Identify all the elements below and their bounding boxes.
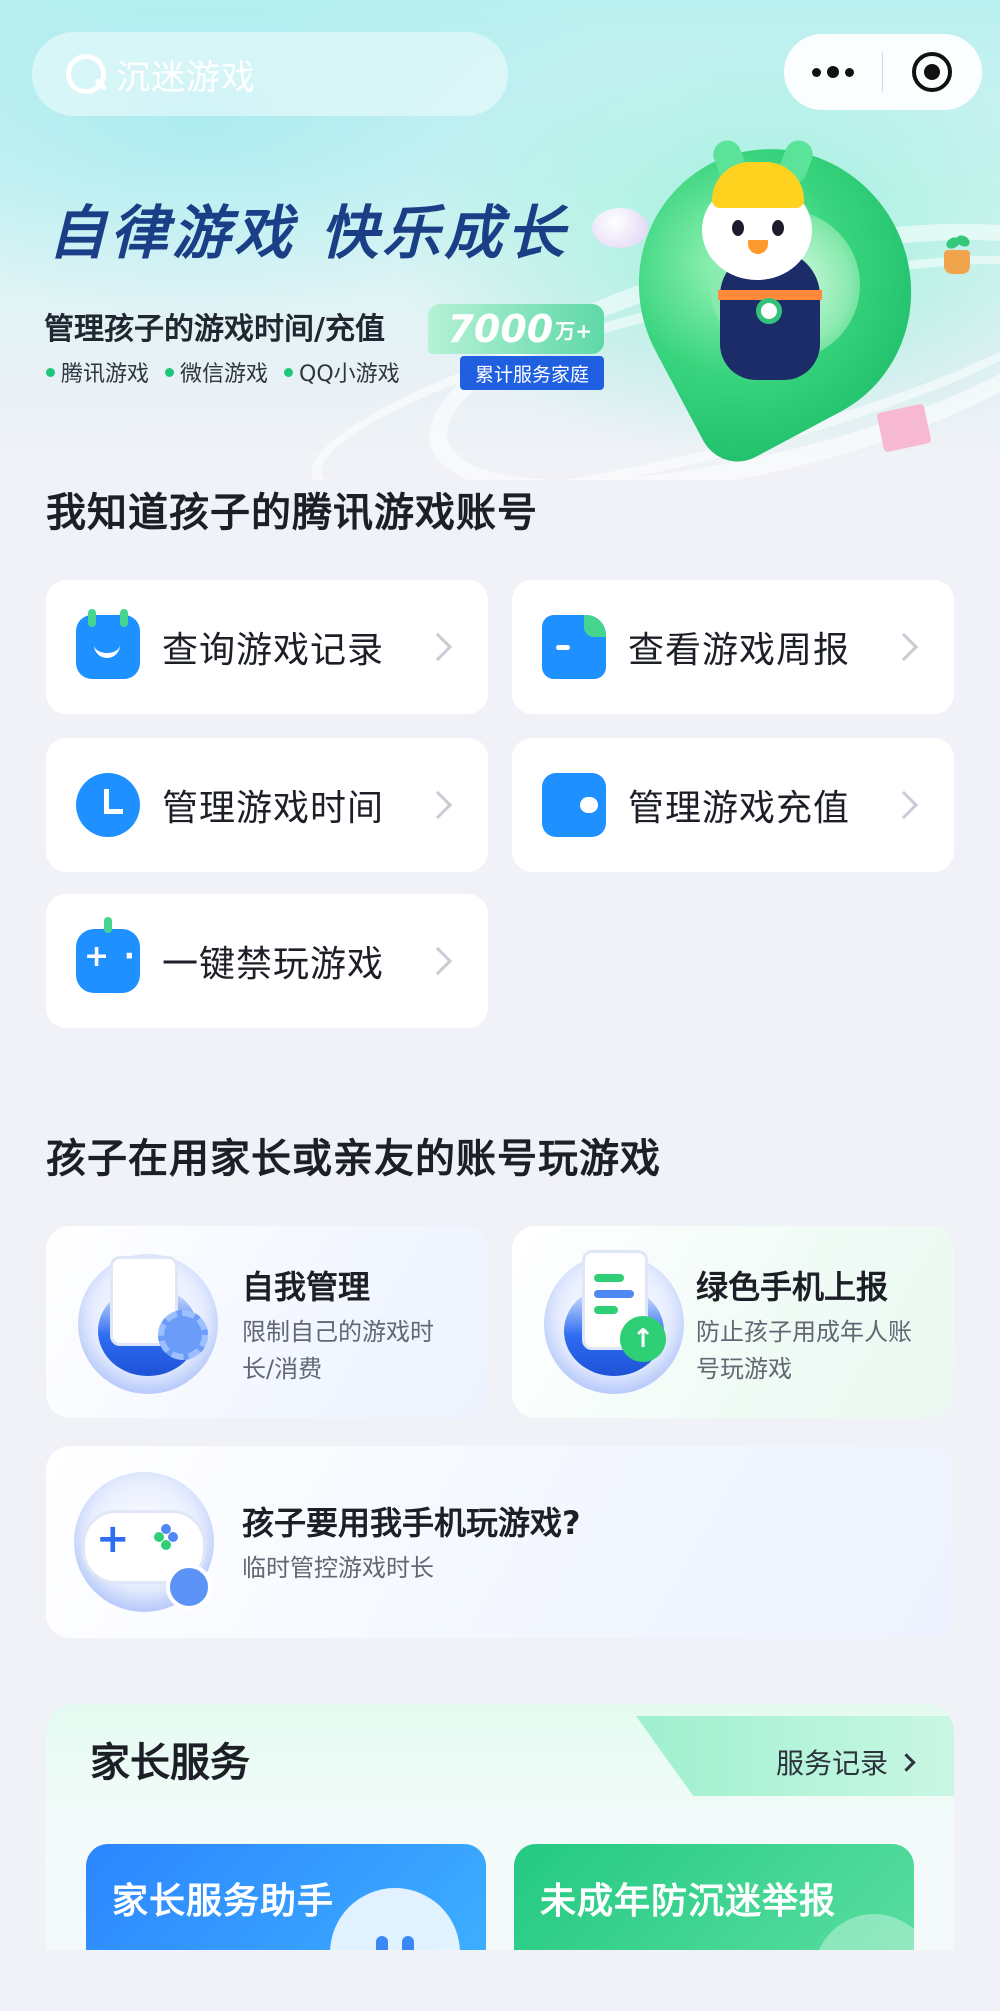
book-icon — [876, 403, 932, 453]
service-record-link[interactable]: 服务记录 — [776, 1742, 916, 1782]
families-served-label: 累计服务家庭 — [460, 356, 604, 390]
card-desc-line1: 临时管控游戏时长 — [242, 1554, 434, 1582]
query-game-records-card[interactable]: 查询游戏记录 — [46, 580, 488, 714]
green-phone-report-card[interactable]: ↑ 绿色手机上报 防止孩子用成年人账 号玩游戏 — [512, 1226, 954, 1418]
platform-list: 腾讯游戏 微信游戏 QQ小游戏 — [46, 356, 400, 388]
view-weekly-report-card[interactable]: 查看游戏周报 — [512, 580, 954, 714]
chevron-right-icon — [423, 632, 453, 662]
manage-game-time-card[interactable]: 管理游戏时间 — [46, 738, 488, 872]
platform-qq: QQ小游戏 — [284, 356, 400, 388]
gamepad-icon — [76, 917, 140, 993]
wallet-icon — [542, 765, 606, 837]
plant-pot-icon — [940, 233, 974, 276]
card-label: 未成年防沉迷举报 — [540, 1881, 837, 1922]
target-icon — [912, 52, 952, 92]
child-uses-my-phone-card[interactable]: + 孩子要用我手机玩游戏? 临时管控游戏时长 — [46, 1446, 954, 1638]
clock-icon — [72, 767, 140, 837]
parent-services-title: 家长服务 — [90, 1740, 250, 1786]
card-desc-line2: 号玩游戏 — [696, 1355, 792, 1383]
card-desc-line2: 长/消费 — [242, 1355, 323, 1383]
hero-banner: 沉迷游戏 自律游戏 快乐成长 管理孩子的游戏时间/充值 腾讯游戏 微信游戏 QQ… — [0, 0, 1000, 480]
search-placeholder: 沉迷游戏 — [116, 57, 256, 98]
hero-subtitle: 管理孩子的游戏时间/充值 — [44, 312, 385, 347]
chevron-right-icon — [423, 790, 453, 820]
families-served-badge: 7000 万+ 累计服务家庭 — [428, 304, 604, 390]
page-bottom-edge — [0, 1950, 1000, 2011]
chevron-right-icon — [897, 1752, 916, 1772]
search-input[interactable]: 沉迷游戏 — [32, 32, 508, 116]
manage-game-recharge-card[interactable]: 管理游戏充值 — [512, 738, 954, 872]
card-label: 查询游戏记录 — [162, 630, 385, 671]
upload-arrow-icon: ↑ — [620, 1316, 666, 1362]
platform-tencent: 腾讯游戏 — [46, 356, 149, 388]
mascot-illustration — [590, 101, 960, 475]
card-label: 查看游戏周报 — [628, 630, 851, 671]
mini-program-capsule — [784, 34, 982, 110]
card-label: 管理游戏时间 — [162, 788, 385, 829]
chevron-right-icon — [423, 946, 453, 976]
card-title: 自我管理 — [242, 1268, 371, 1306]
search-icon — [64, 52, 108, 96]
calendar-icon — [76, 609, 140, 679]
service-record-label: 服务记录 — [776, 1747, 889, 1780]
one-click-ban-card[interactable]: 一键禁玩游戏 — [46, 894, 488, 1028]
more-icon[interactable] — [784, 34, 882, 110]
section-title-known-account: 我知道孩子的腾讯游戏账号 — [46, 490, 538, 536]
card-label: 一键禁玩游戏 — [162, 944, 385, 985]
card-desc-line1: 防止孩子用成年人账 — [696, 1318, 912, 1346]
card-label: 管理游戏充值 — [628, 788, 851, 829]
hero-title: 自律游戏 快乐成长 — [48, 199, 569, 267]
platform-wechat: 微信游戏 — [165, 356, 268, 388]
card-title: 绿色手机上报 — [696, 1268, 889, 1306]
card-title: 孩子要用我手机玩游戏? — [242, 1504, 581, 1542]
chevron-right-icon — [889, 632, 919, 662]
card-label: 家长服务助手 — [112, 1881, 335, 1922]
families-count: 7000 — [447, 307, 554, 351]
clock-icon — [166, 1564, 212, 1610]
card-desc-line1: 限制自己的游戏时 — [242, 1318, 434, 1346]
self-manage-card[interactable]: 自我管理 限制自己的游戏时 长/消费 — [46, 1226, 488, 1418]
families-count-unit: 万+ — [555, 318, 592, 343]
report-icon — [542, 615, 606, 679]
chevron-right-icon — [889, 790, 919, 820]
close-mini-program-button[interactable] — [883, 34, 981, 110]
section-title-parent-account: 孩子在用家长或亲友的账号玩游戏 — [46, 1136, 661, 1182]
